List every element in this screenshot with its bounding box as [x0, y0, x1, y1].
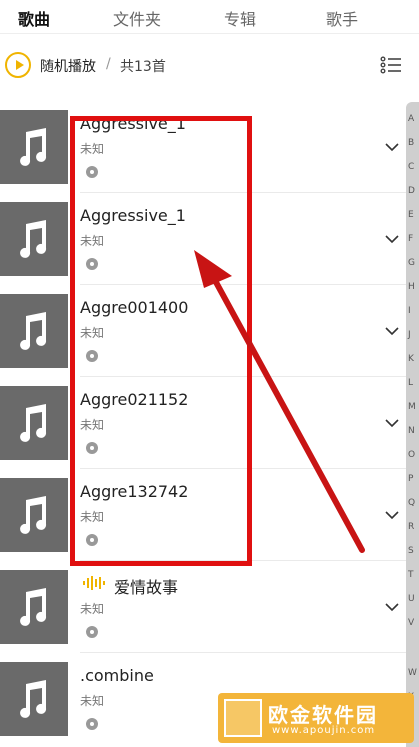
- watermark-title: 欧金软件园: [268, 703, 378, 727]
- watermark-url: www.apoujin.com: [272, 725, 376, 736]
- watermark: 欧金软件园 www.apoujin.com: [218, 693, 414, 743]
- watermark-logo: [224, 699, 262, 737]
- annotation-arrow: [194, 250, 365, 553]
